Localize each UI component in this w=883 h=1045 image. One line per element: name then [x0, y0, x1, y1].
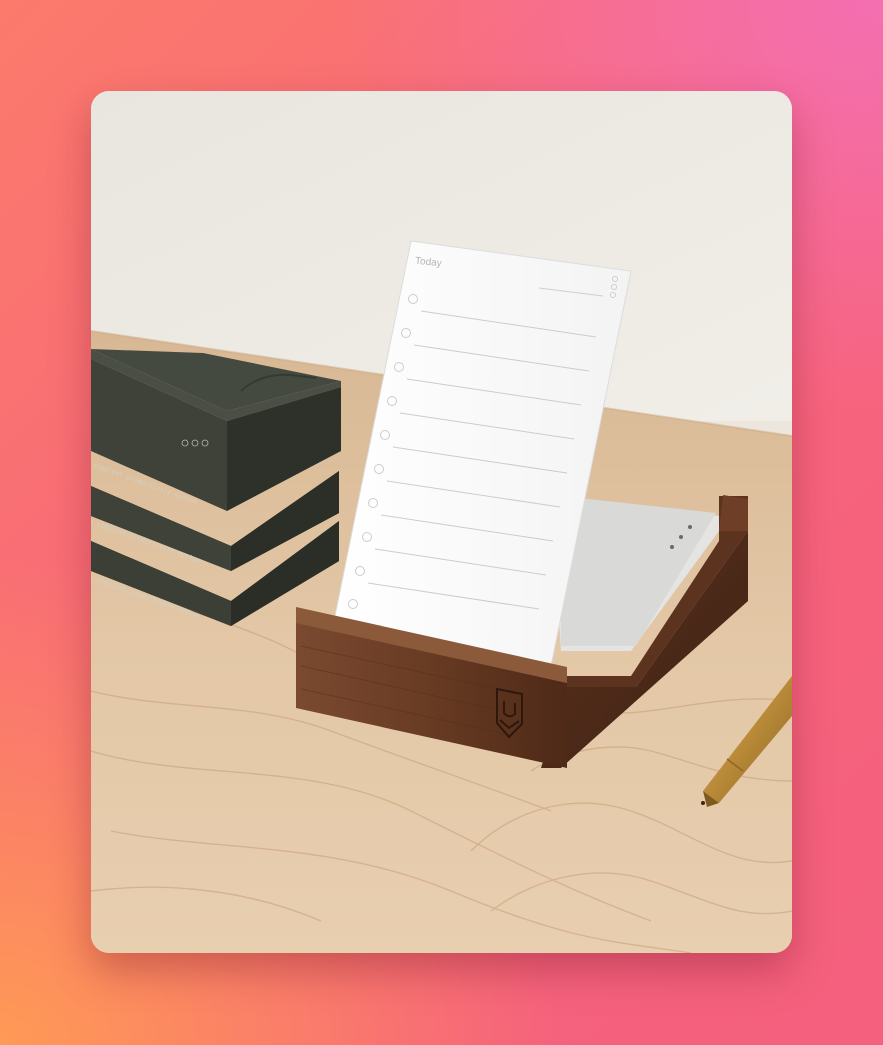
product-photo	[91, 91, 792, 953]
photo-card: Today simplest productivity system e sim…	[91, 91, 792, 953]
